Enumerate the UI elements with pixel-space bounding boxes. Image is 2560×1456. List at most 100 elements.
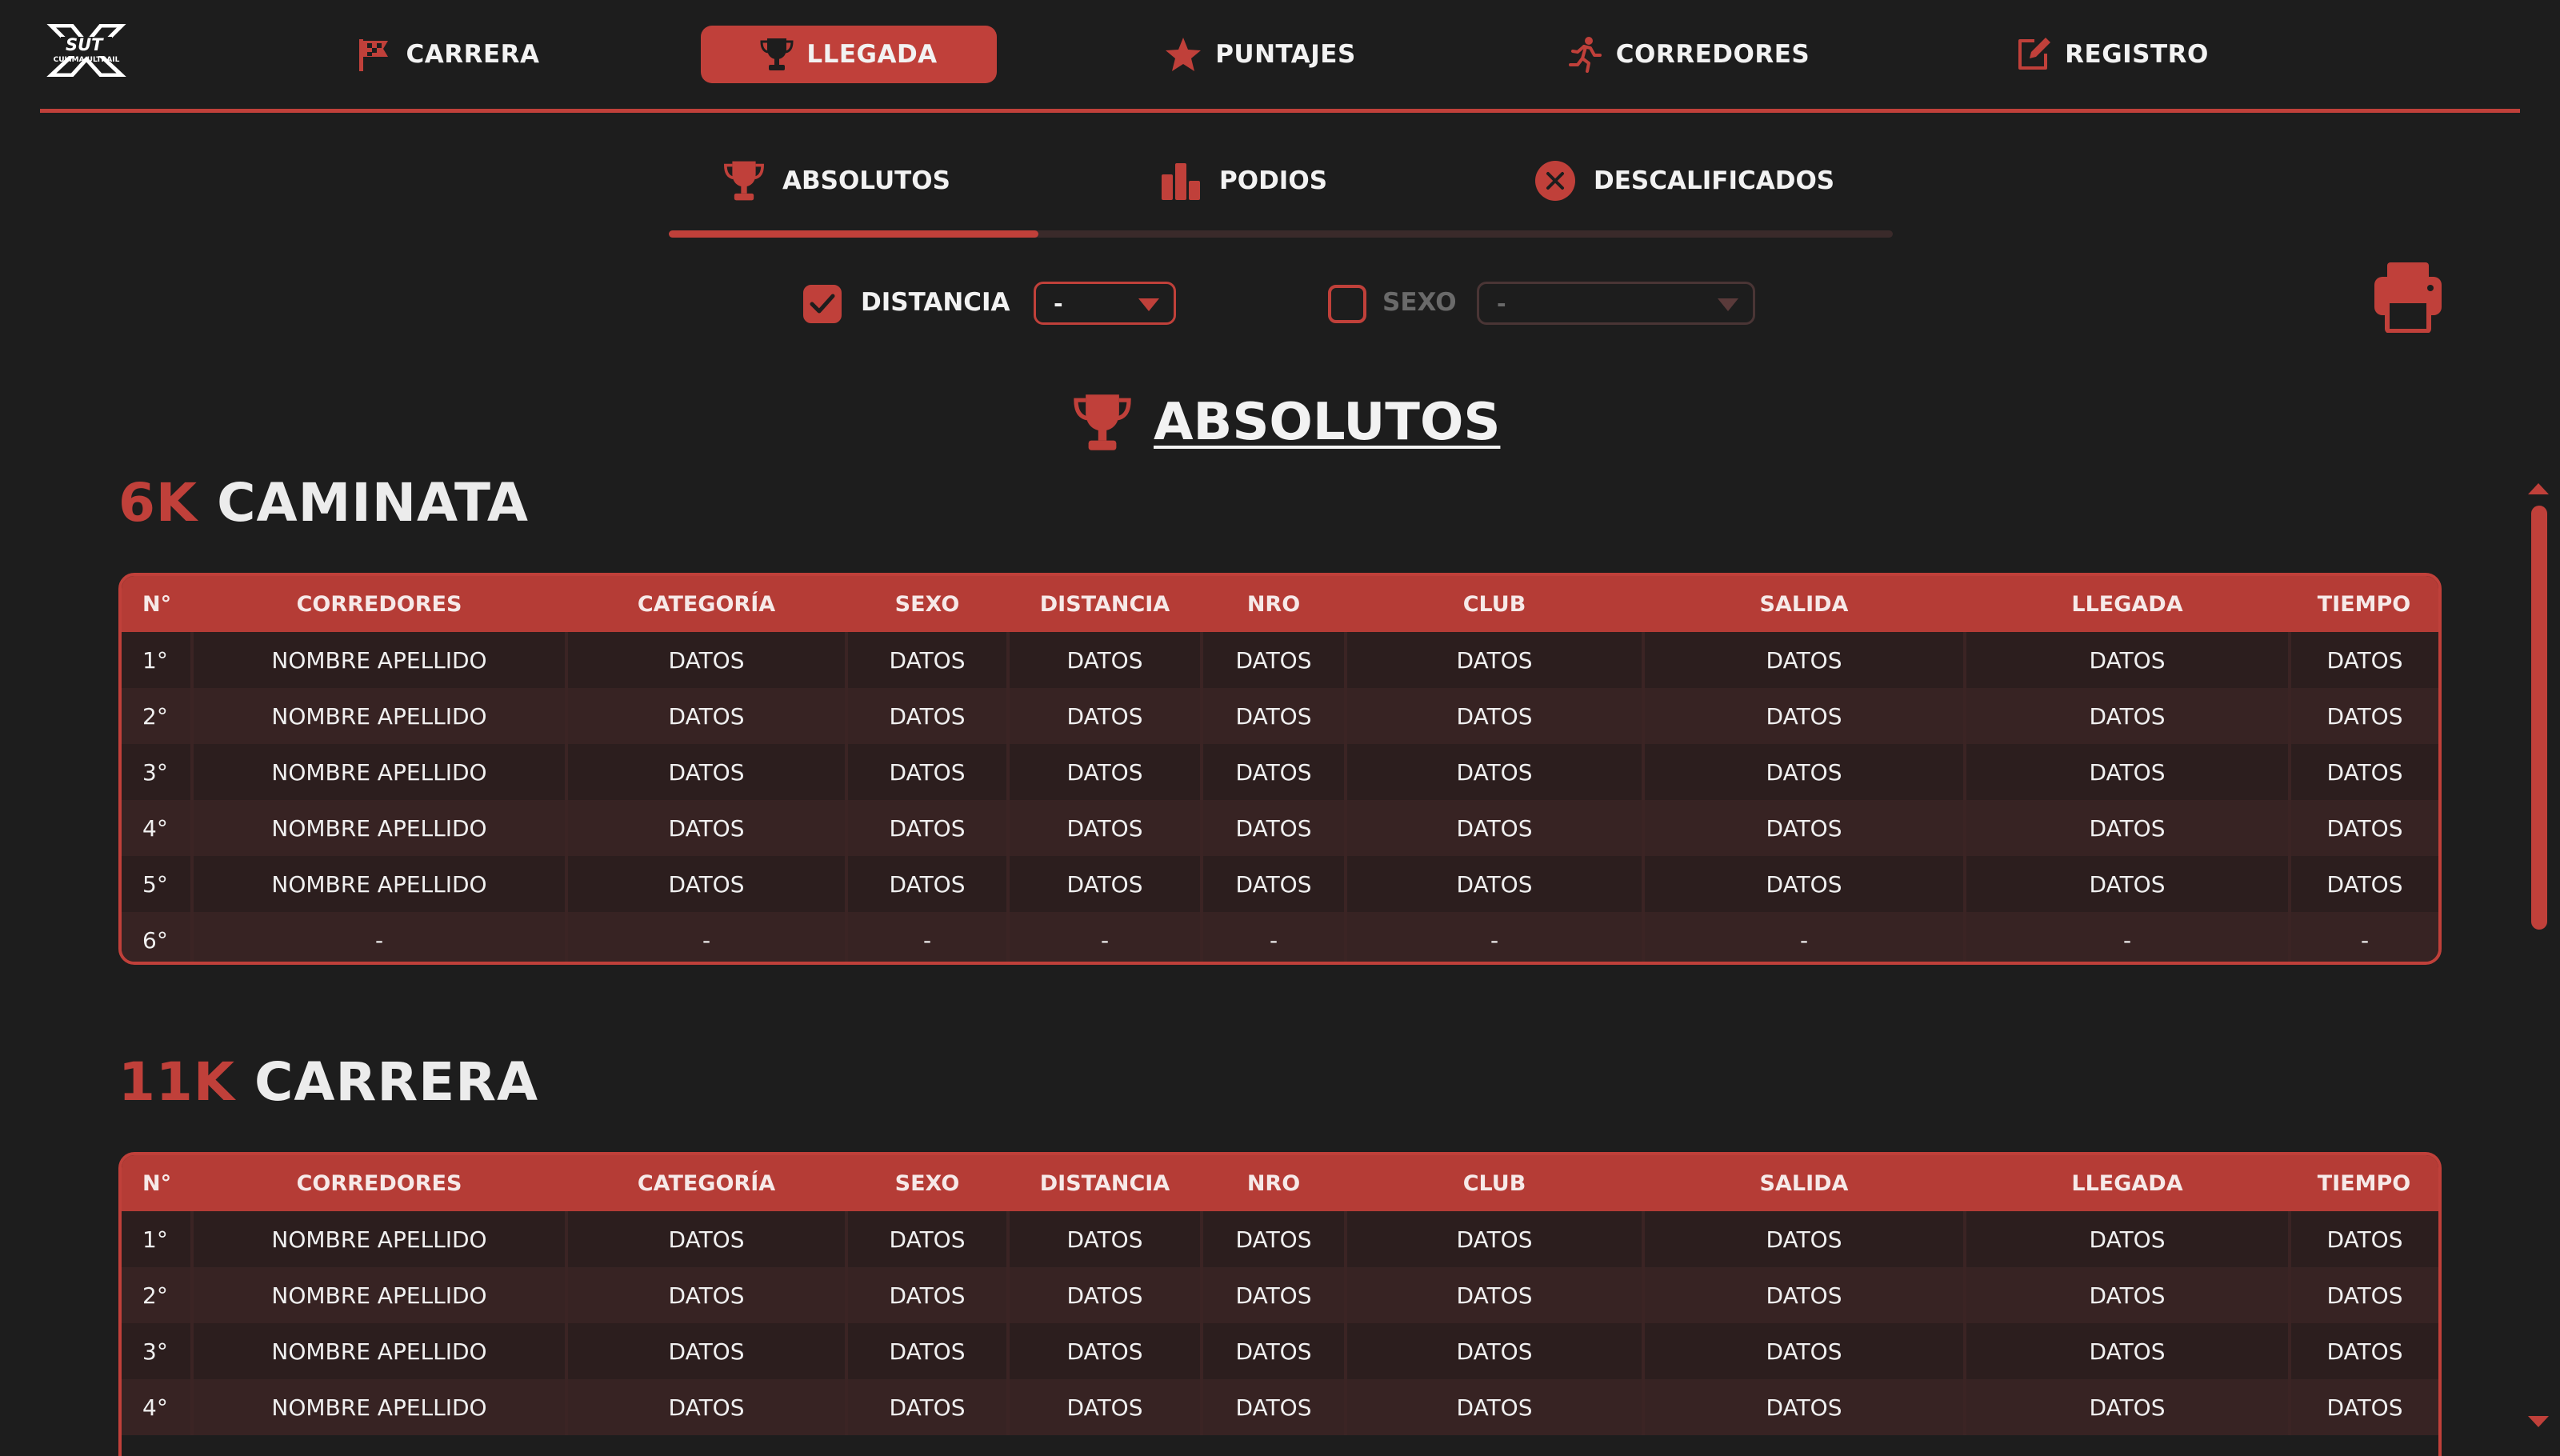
tab-descalificados[interactable]: DESCALIFICADOS bbox=[1534, 152, 1834, 210]
table-cell: DATOS bbox=[1200, 688, 1346, 744]
table-cell: DATOS bbox=[1642, 856, 1965, 912]
table-row[interactable]: 2° NOMBRE APELLIDO DATOS DATOS DATOS DATOS DAT… bbox=[122, 1267, 2438, 1323]
table-row[interactable]: 3° NOMBRE APELLIDO DATOS DATOS DATOS DATOS DAT… bbox=[122, 1323, 2438, 1379]
table-cell: DATOS bbox=[845, 688, 1008, 744]
table-cell: DATOS bbox=[2288, 688, 2438, 744]
table-cell: DATOS bbox=[565, 856, 846, 912]
nav-puntajes[interactable]: PUNTAJES bbox=[1144, 26, 1376, 83]
table-cell: DATOS bbox=[1344, 1323, 1643, 1379]
page-title: ABSOLUTOS bbox=[1154, 393, 1501, 452]
nav-registro[interactable]: REGISTRO bbox=[2016, 26, 2208, 83]
logo-subtext: CULIMA ULTRAIL bbox=[53, 56, 120, 64]
position-cell: 1° bbox=[122, 1211, 192, 1267]
table-cell: DATOS bbox=[1963, 856, 2290, 912]
scroll-down-arrow[interactable] bbox=[2528, 1416, 2549, 1427]
table-row[interactable]: 2° NOMBRE APELLIDO DATOS DATOS DATOS DATOS DAT… bbox=[122, 688, 2438, 744]
column-header: CLUB bbox=[1346, 1155, 1643, 1211]
table-cell: DATOS bbox=[2288, 632, 2438, 688]
table-cell: - bbox=[2288, 912, 2438, 962]
scroll-up-arrow[interactable] bbox=[2528, 483, 2549, 494]
star-icon bbox=[1166, 38, 1202, 71]
table-cell: DATOS bbox=[2288, 744, 2438, 800]
tab-absolutos[interactable]: ABSOLUTOS bbox=[723, 152, 950, 210]
position-cell: 6° bbox=[122, 912, 192, 962]
column-header: CLUB bbox=[1346, 576, 1643, 632]
sex-select-value: - bbox=[1497, 290, 1506, 317]
table-cell: DATOS bbox=[1963, 1323, 2290, 1379]
table-cell: DATOS bbox=[1963, 632, 2290, 688]
nav-carrera[interactable]: CARRERA bbox=[344, 26, 552, 83]
nav-puntajes-label: PUNTAJES bbox=[1215, 40, 1356, 69]
table-cell: - bbox=[1642, 912, 1965, 962]
table-cell: - bbox=[1006, 912, 1202, 962]
table-cell: - bbox=[1200, 912, 1346, 962]
table-row[interactable]: 3° NOMBRE APELLIDO DATOS DATOS DATOS DATOS DAT… bbox=[122, 744, 2438, 800]
sex-checkbox[interactable] bbox=[1328, 285, 1366, 323]
nav-divider bbox=[40, 109, 2520, 113]
table-cell: - bbox=[845, 912, 1008, 962]
subtab-active-indicator bbox=[669, 230, 1038, 238]
table-cell: DATOS bbox=[1642, 688, 1965, 744]
table-cell: DATOS bbox=[1344, 688, 1643, 744]
table-cell: NOMBRE APELLIDO bbox=[190, 1323, 566, 1379]
distance-checkbox[interactable] bbox=[803, 285, 842, 323]
table-cell: DATOS bbox=[1006, 1267, 1202, 1323]
table-cell: DATOS bbox=[1006, 688, 1202, 744]
logo[interactable]: SUT CULIMA ULTRAIL bbox=[45, 23, 128, 78]
nav-llegada-label: LLEGADA bbox=[806, 40, 938, 69]
table-cell: DATOS bbox=[1006, 856, 1202, 912]
distance-label: DISTANCIA bbox=[861, 288, 1010, 317]
section-name: CARRERA bbox=[254, 1051, 539, 1113]
page-heading: ABSOLUTOS bbox=[1072, 390, 1500, 454]
table-cell: DATOS bbox=[1006, 800, 1202, 856]
table-cell: NOMBRE APELLIDO bbox=[190, 632, 566, 688]
column-header: SEXO bbox=[846, 576, 1008, 632]
table-header: N° CORREDORES CATEGORÍA SEXO DISTANCIA NRO CLU… bbox=[122, 576, 2438, 632]
table-cell: DATOS bbox=[1344, 1379, 1643, 1435]
column-header: DISTANCIA bbox=[1008, 576, 1202, 632]
table-cell: DATOS bbox=[1006, 1211, 1202, 1267]
runner-icon bbox=[1568, 37, 1602, 73]
distance-select[interactable]: - bbox=[1034, 282, 1176, 325]
column-header: LLEGADA bbox=[1965, 576, 2290, 632]
table-cell: DATOS bbox=[1963, 744, 2290, 800]
column-header: TIEMPO bbox=[2290, 576, 2438, 632]
sex-select[interactable]: - bbox=[1477, 282, 1755, 325]
table-row[interactable]: 6° - - - - - - - - - bbox=[122, 912, 2438, 962]
table-cell: DATOS bbox=[1200, 744, 1346, 800]
table-row[interactable]: 4° NOMBRE APELLIDO DATOS DATOS DATOS DATOS DAT… bbox=[122, 1379, 2438, 1435]
tab-podios[interactable]: PODIOS bbox=[1160, 152, 1327, 210]
position-cell: 3° bbox=[122, 744, 192, 800]
section-title: 6K CAMINATA bbox=[118, 472, 529, 534]
edit-icon bbox=[2018, 38, 2051, 70]
table-cell: DATOS bbox=[1963, 688, 2290, 744]
table-row[interactable]: 5° NOMBRE APELLIDO DATOS DATOS DATOS DATOS DAT… bbox=[122, 856, 2438, 912]
table-cell: DATOS bbox=[1344, 856, 1643, 912]
table-body: 1° NOMBRE APELLIDO DATOS DATOS DATOS DATOS DAT… bbox=[122, 632, 2438, 962]
table-cell: DATOS bbox=[1642, 1379, 1965, 1435]
column-header: TIEMPO bbox=[2290, 1155, 2438, 1211]
scrollbar-thumb[interactable] bbox=[2531, 506, 2547, 930]
nav-llegada[interactable]: LLEGADA bbox=[701, 26, 997, 83]
table-row[interactable]: 1° NOMBRE APELLIDO DATOS DATOS DATOS DATOS DAT… bbox=[122, 632, 2438, 688]
table-cell: DATOS bbox=[565, 800, 846, 856]
table-cell: NOMBRE APELLIDO bbox=[190, 800, 566, 856]
table-cell: DATOS bbox=[1006, 744, 1202, 800]
table-row[interactable]: 4° NOMBRE APELLIDO DATOS DATOS DATOS DATOS DAT… bbox=[122, 800, 2438, 856]
print-button[interactable] bbox=[2373, 261, 2443, 334]
table-cell: DATOS bbox=[845, 800, 1008, 856]
trophy-icon bbox=[1074, 394, 1131, 450]
table-cell: DATOS bbox=[845, 1211, 1008, 1267]
position-cell: 4° bbox=[122, 800, 192, 856]
table-row[interactable]: 1° NOMBRE APELLIDO DATOS DATOS DATOS DATOS DAT… bbox=[122, 1211, 2438, 1267]
table-cell: DATOS bbox=[1006, 1323, 1202, 1379]
nav-corredores[interactable]: CORREDORES bbox=[1552, 26, 1824, 83]
table-cell: DATOS bbox=[1642, 632, 1965, 688]
table-cell: NOMBRE APELLIDO bbox=[190, 1379, 566, 1435]
table-cell: DATOS bbox=[1963, 1211, 2290, 1267]
table-cell: DATOS bbox=[845, 1379, 1008, 1435]
column-header: CATEGORÍA bbox=[566, 1155, 846, 1211]
table-cell: DATOS bbox=[845, 632, 1008, 688]
table-cell: DATOS bbox=[2288, 1379, 2438, 1435]
trophy-icon bbox=[760, 38, 794, 70]
